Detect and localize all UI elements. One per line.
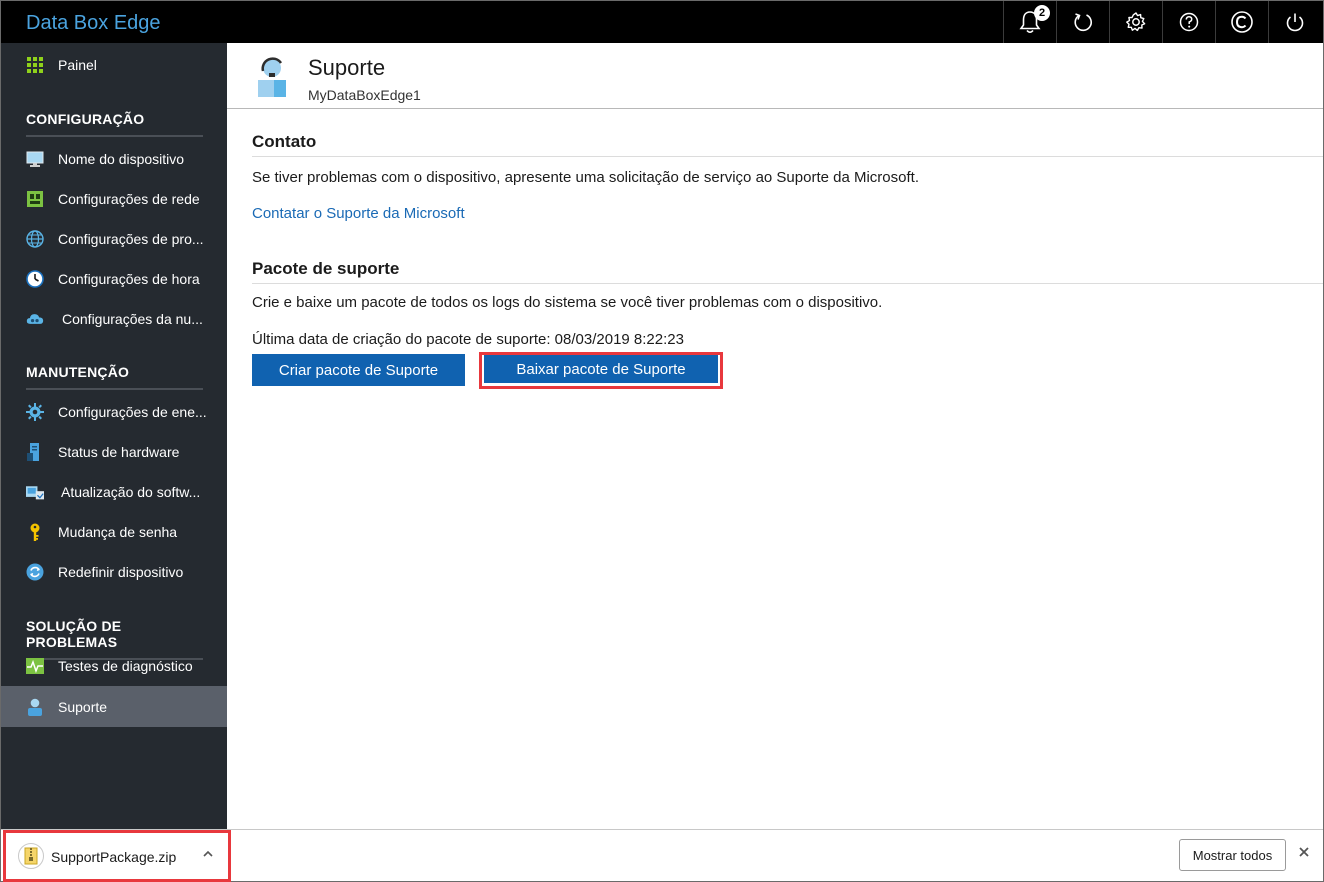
sidebar-item-hardware[interactable]: Status de hardware xyxy=(1,432,227,472)
settings-button[interactable] xyxy=(1109,1,1162,43)
power-icon xyxy=(1284,11,1306,33)
main-content: Suporte MyDataBoxEdge1 Contato Se tiver … xyxy=(227,43,1323,829)
sidebar-item-label: Mudança de senha xyxy=(58,524,178,540)
sidebar-item-label: Configurações de pro... xyxy=(58,231,204,247)
notification-badge: 2 xyxy=(1034,5,1050,21)
key-icon xyxy=(26,523,44,541)
sidebar-item-password[interactable]: Mudança de senha xyxy=(1,512,227,552)
contact-divider xyxy=(252,156,1323,157)
sidebar-item-label: Redefinir dispositivo xyxy=(58,564,184,580)
sidebar-item-label: Configurações de rede xyxy=(58,191,200,207)
top-bar: Data Box Edge 2 xyxy=(1,1,1323,43)
sidebar-item-reset[interactable]: Redefinir dispositivo xyxy=(1,552,227,592)
contact-support-link[interactable]: Contatar o Suporte da Microsoft xyxy=(252,205,465,222)
copyright-icon xyxy=(1230,10,1254,34)
reset-icon xyxy=(26,563,44,581)
clock-icon xyxy=(26,270,44,288)
support-icon xyxy=(26,698,44,716)
sidebar-item-power[interactable]: Configurações de ene... xyxy=(1,392,227,432)
sidebar-item-diagnostics[interactable]: Testes de diagnóstico xyxy=(1,646,227,686)
section-title-configuration: CONFIGURAÇÃO xyxy=(26,111,203,137)
close-icon[interactable] xyxy=(1297,845,1311,864)
sidebar-item-software-update[interactable]: Atualização do softw... xyxy=(1,472,227,512)
sidebar-item-label: Nome do dispositivo xyxy=(58,151,185,167)
zip-file-icon xyxy=(18,843,44,869)
monitor-icon xyxy=(26,150,44,168)
page-title: Suporte xyxy=(308,55,386,80)
download-bar: SupportPackage.zip Mostrar todos xyxy=(1,829,1323,882)
sidebar-item-dashboard[interactable]: Painel xyxy=(1,45,227,85)
package-heading: Pacote de suporte xyxy=(252,259,400,278)
sidebar: Painel CONFIGURAÇÃO Nome do dispositivo … xyxy=(1,43,227,829)
gear-icon xyxy=(1125,11,1147,33)
pulse-icon xyxy=(26,657,44,675)
update-icon xyxy=(26,483,44,501)
gear-icon xyxy=(26,403,44,421)
help-button[interactable] xyxy=(1162,1,1215,43)
sidebar-item-label: Status de hardware xyxy=(58,444,180,460)
power-button[interactable] xyxy=(1268,1,1321,43)
sidebar-item-label: Atualização do softw... xyxy=(61,484,201,500)
download-file-name: SupportPackage.zip xyxy=(51,849,177,865)
page-subtitle: MyDataBoxEdge1 xyxy=(308,87,421,103)
package-divider xyxy=(252,283,1323,284)
sidebar-item-label: Painel xyxy=(58,57,97,73)
sidebar-item-label: Configurações da nu... xyxy=(62,311,203,327)
sidebar-item-label: Testes de diagnóstico xyxy=(58,658,193,674)
refresh-icon xyxy=(1072,11,1094,33)
chevron-up-icon[interactable] xyxy=(202,847,214,865)
server-icon xyxy=(26,443,44,461)
show-all-button[interactable]: Mostrar todos xyxy=(1179,839,1286,871)
sidebar-item-network[interactable]: Configurações de rede xyxy=(1,179,227,219)
notifications-button[interactable]: 2 xyxy=(1003,1,1056,43)
sidebar-item-cloud[interactable]: Configurações da nu... xyxy=(1,299,227,339)
sidebar-item-device-name[interactable]: Nome do dispositivo xyxy=(1,139,227,179)
network-icon xyxy=(26,190,44,208)
contact-heading: Contato xyxy=(252,132,317,151)
sidebar-item-time[interactable]: Configurações de hora xyxy=(1,259,227,299)
grid-icon xyxy=(26,56,44,74)
cloud-icon xyxy=(26,310,44,328)
app-title: Data Box Edge xyxy=(26,12,161,34)
sidebar-item-support[interactable]: Suporte xyxy=(1,686,227,727)
contact-description: Se tiver problemas com o dispositivo, ap… xyxy=(252,169,919,186)
refresh-button[interactable] xyxy=(1056,1,1109,43)
page-header: Suporte MyDataBoxEdge1 xyxy=(227,43,1323,109)
sidebar-item-label: Configurações de ene... xyxy=(58,404,207,420)
download-item[interactable]: SupportPackage.zip xyxy=(3,830,231,882)
package-last-created: Última data de criação do pacote de supo… xyxy=(252,331,684,348)
package-description: Crie e baixe um pacote de todos os logs … xyxy=(252,294,883,311)
copyright-button[interactable] xyxy=(1215,1,1268,43)
sidebar-item-label: Suporte xyxy=(58,698,108,715)
support-icon xyxy=(257,55,287,104)
sidebar-item-proxy[interactable]: Configurações de pro... xyxy=(1,219,227,259)
globe-icon xyxy=(26,230,44,248)
download-support-package-button[interactable]: Baixar pacote de Suporte xyxy=(484,355,718,383)
create-support-package-button[interactable]: Criar pacote de Suporte xyxy=(252,354,465,386)
help-icon xyxy=(1178,11,1200,33)
sidebar-item-label: Configurações de hora xyxy=(58,271,200,287)
section-title-maintenance: MANUTENÇÃO xyxy=(26,364,203,390)
